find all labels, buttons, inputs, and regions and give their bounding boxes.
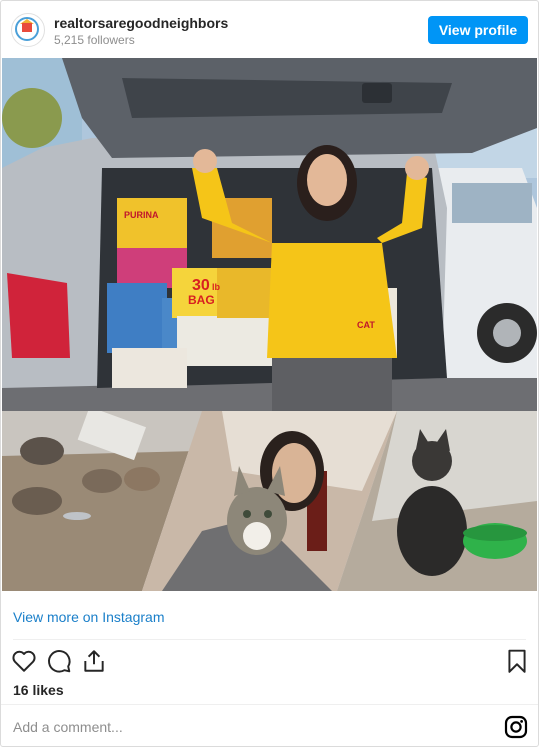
like-count: 16 likes: [13, 682, 64, 698]
bag-cat-label: CAT: [357, 320, 375, 330]
comment-icon[interactable]: [46, 648, 72, 674]
heart-icon[interactable]: [11, 648, 37, 674]
view-profile-button[interactable]: View profile: [428, 16, 528, 44]
collage-illustration: [2, 411, 537, 591]
bag-30-label: 30: [192, 277, 210, 294]
bookmark-icon[interactable]: [504, 648, 530, 674]
divider: [13, 639, 526, 640]
main-photo[interactable]: 30 lb BAG PURINA CAT: [2, 58, 537, 411]
username[interactable]: realtorsaregoodneighbors: [54, 15, 228, 31]
bag-lb-label: lb: [212, 282, 221, 292]
photo-collage[interactable]: [2, 411, 537, 591]
bag-word-label: BAG: [188, 293, 215, 307]
follower-count: 5,215 followers: [54, 33, 135, 47]
add-comment-input[interactable]: Add a comment...: [13, 719, 123, 735]
instagram-embed-card: realtorsaregoodneighbors 5,215 followers…: [0, 0, 539, 747]
bag-brand-label: PURINA: [124, 210, 159, 220]
avatar-house-icon: [22, 23, 32, 32]
share-icon[interactable]: [81, 648, 107, 674]
divider: [1, 704, 538, 705]
post-header: realtorsaregoodneighbors 5,215 followers…: [1, 1, 538, 58]
instagram-icon[interactable]: [504, 715, 528, 739]
view-more-link[interactable]: View more on Instagram: [13, 609, 164, 625]
main-photo-illustration: 30 lb BAG PURINA CAT: [2, 58, 537, 411]
profile-avatar[interactable]: [11, 13, 45, 47]
